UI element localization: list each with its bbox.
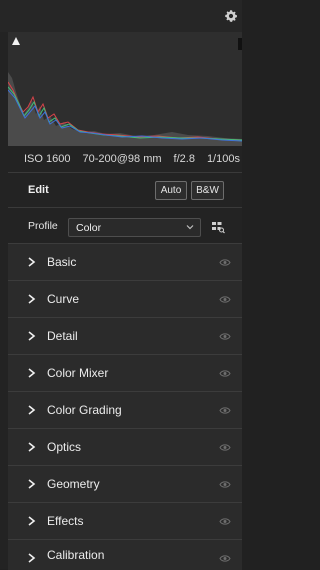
section-color-mixer[interactable]: Color Mixer xyxy=(8,354,242,391)
edit-header: Edit Auto B&W xyxy=(8,172,242,207)
profile-selected-value: Color xyxy=(76,221,102,234)
section-label: Geometry xyxy=(47,477,100,491)
auto-button[interactable]: Auto xyxy=(155,180,187,200)
section-calibration[interactable]: Calibration xyxy=(8,539,242,570)
chevron-right-icon xyxy=(28,479,36,489)
profile-row: Profile Color xyxy=(8,207,242,244)
chevron-right-icon xyxy=(28,516,36,526)
highlight-clipping-indicator[interactable] xyxy=(238,38,242,50)
histogram-graph xyxy=(8,72,242,146)
chevron-right-icon xyxy=(28,257,36,267)
section-label: Detail xyxy=(47,329,78,343)
profile-browser-icon[interactable] xyxy=(211,220,225,234)
gear-icon[interactable] xyxy=(224,9,238,23)
chevron-right-icon xyxy=(28,442,36,452)
eye-icon[interactable] xyxy=(219,443,231,452)
section-label: Color Grading xyxy=(47,403,122,417)
eye-icon[interactable] xyxy=(219,406,231,415)
aperture-value: f/2.8 xyxy=(173,153,195,165)
profile-dropdown[interactable]: Color xyxy=(68,218,201,237)
section-label: Calibration xyxy=(47,548,105,562)
edit-title: Edit xyxy=(28,184,49,196)
section-label: Optics xyxy=(47,440,82,454)
shadow-clipping-icon[interactable] xyxy=(11,36,21,46)
chevron-right-icon xyxy=(28,331,36,341)
eye-icon[interactable] xyxy=(219,332,231,341)
section-geometry[interactable]: Geometry xyxy=(8,465,242,502)
develop-panel: ISO 1600 70-200@98 mm f/2.8 1/100s Edit … xyxy=(0,0,242,570)
section-label: Effects xyxy=(47,514,84,528)
exif-info: ISO 1600 70-200@98 mm f/2.8 1/100s xyxy=(8,146,242,172)
histogram[interactable] xyxy=(8,32,242,146)
section-detail[interactable]: Detail xyxy=(8,317,242,354)
section-label: Basic xyxy=(47,255,77,269)
eye-icon[interactable] xyxy=(219,517,231,526)
black-and-white-button[interactable]: B&W xyxy=(191,180,224,200)
chevron-right-icon xyxy=(28,294,36,304)
eye-icon[interactable] xyxy=(219,258,231,267)
chevron-right-icon xyxy=(28,368,36,378)
section-label: Color Mixer xyxy=(47,366,109,380)
eye-icon[interactable] xyxy=(219,369,231,378)
eye-icon[interactable] xyxy=(219,480,231,489)
chevron-right-icon xyxy=(28,405,36,415)
lens-value: 70-200@98 mm xyxy=(82,153,162,165)
section-label: Curve xyxy=(47,292,80,306)
section-curve[interactable]: Curve xyxy=(8,280,242,317)
profile-label: Profile xyxy=(28,220,58,232)
eye-icon[interactable] xyxy=(219,295,231,304)
section-optics[interactable]: Optics xyxy=(8,428,242,465)
shutter-value: 1/100s xyxy=(206,153,240,165)
section-color-grading[interactable]: Color Grading xyxy=(8,391,242,428)
chevron-down-icon xyxy=(186,225,194,230)
section-basic[interactable]: Basic xyxy=(8,243,242,280)
eye-icon[interactable] xyxy=(219,554,231,563)
iso-value: ISO 1600 xyxy=(24,153,71,165)
chevron-right-icon xyxy=(28,553,36,563)
section-effects[interactable]: Effects xyxy=(8,502,242,539)
panel-topbar xyxy=(0,0,242,32)
